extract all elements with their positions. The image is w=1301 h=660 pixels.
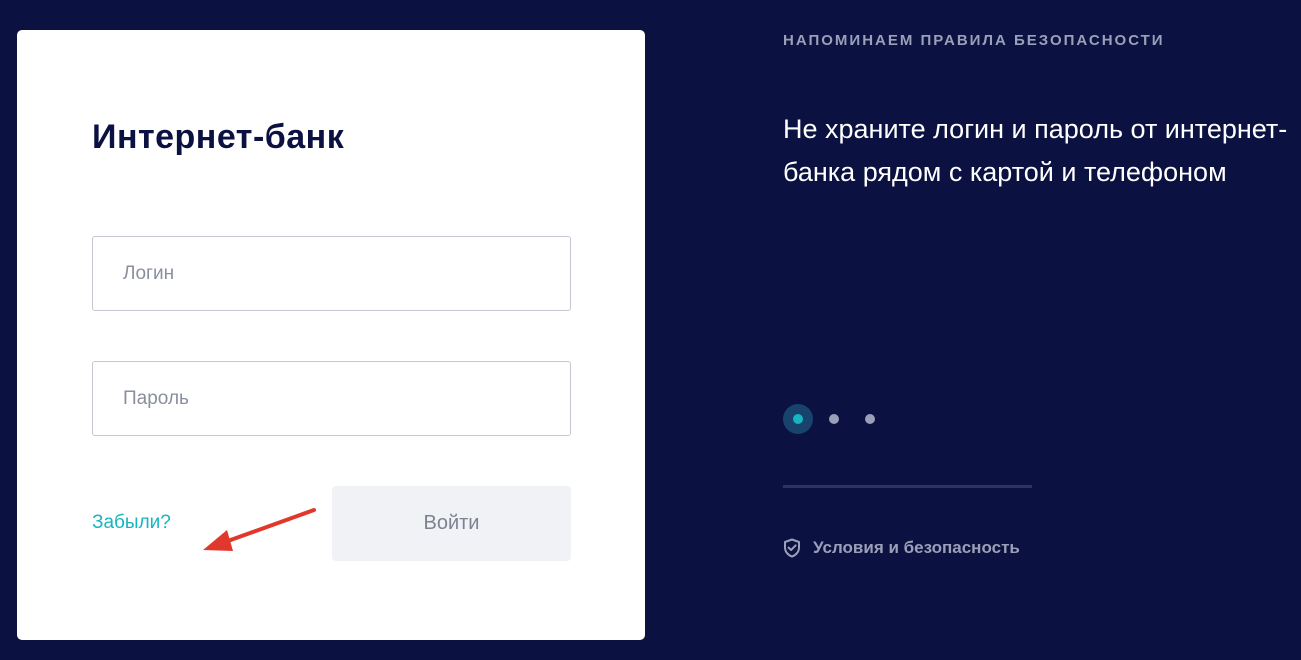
security-tip-text: Не храните логин и пароль от интернет-ба… <box>783 114 1288 187</box>
divider <box>783 485 1032 488</box>
page-title: Интернет-банк <box>92 118 345 156</box>
login-input[interactable] <box>92 236 571 311</box>
carousel-dot-2[interactable] <box>829 414 839 424</box>
security-reminder-heading: НАПОМИНАЕМ ПРАВИЛА БЕЗОПАСНОСТИ <box>783 32 1165 49</box>
password-input[interactable] <box>92 361 571 436</box>
carousel-dot-1[interactable] <box>783 404 813 434</box>
carousel-dot-3[interactable] <box>865 414 875 424</box>
forgot-password-link[interactable]: Забыли? <box>92 512 171 534</box>
carousel-pagination <box>783 404 903 436</box>
shield-check-icon <box>784 538 800 558</box>
terms-and-security-link[interactable]: Условия и безопасность <box>783 537 1020 559</box>
login-button[interactable]: Войти <box>332 486 571 561</box>
login-card: Интернет-банк Забыли? Войти <box>17 30 645 640</box>
annotation-arrow-icon <box>203 508 316 551</box>
info-panel: НАПОМИНАЕМ ПРАВИЛА БЕЗОПАСНОСТИ Не храни… <box>783 0 1301 660</box>
terms-and-security-label: Условия и безопасность <box>813 538 1020 557</box>
